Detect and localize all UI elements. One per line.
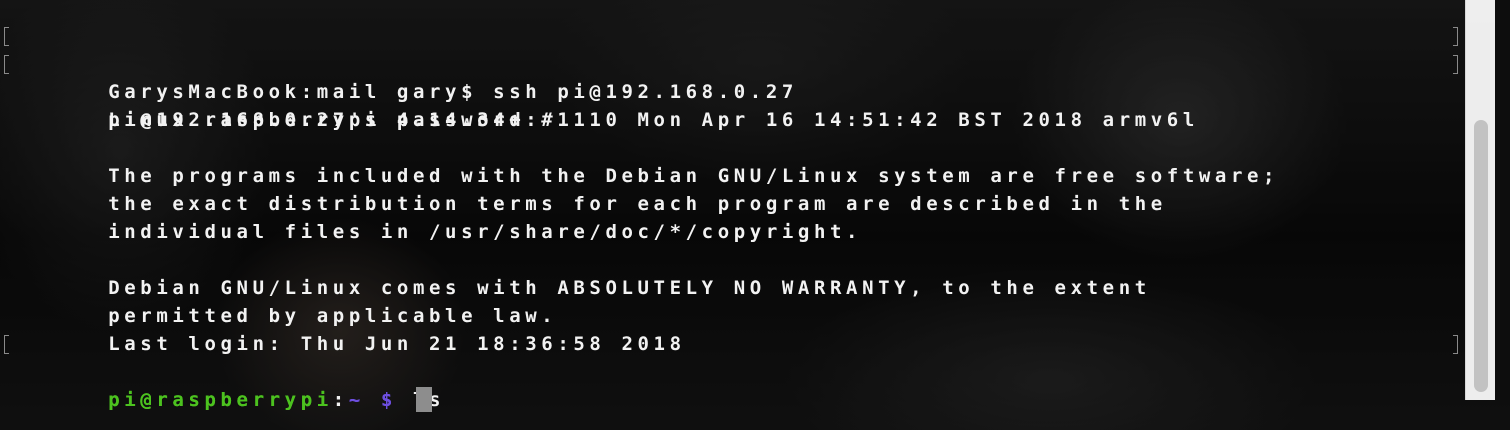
text-cursor: [416, 387, 433, 412]
vertical-scrollbar[interactable]: [1465, 0, 1496, 400]
line-mark-right: [1453, 335, 1458, 354]
prompt-line[interactable]: pi@raspberrypi:~ $: [12, 358, 1452, 412]
terminal-line: Debian GNU/Linux comes with ABSOLUTELY N…: [12, 246, 1452, 299]
prompt-user-host: pi@raspberrypi: [108, 389, 333, 411]
line-mark-left: [4, 335, 9, 354]
prompt-path: ~: [348, 389, 365, 411]
terminal-line: permitted by applicable law.: [12, 274, 1452, 327]
line-mark-left: [4, 55, 9, 74]
terminal-line: pi@192.168.0.27's password:: [4, 50, 1458, 131]
terminal-window[interactable]: GarysMacBook:mail gary$ ssh pi@192.168.0…: [0, 0, 1510, 430]
terminal-output[interactable]: GarysMacBook:mail gary$ ssh pi@192.168.0…: [4, 22, 1458, 412]
terminal-line: GarysMacBook:mail gary$ ssh pi@192.168.0…: [4, 22, 1458, 103]
terminal-line: the exact distribution terms for each pr…: [12, 162, 1452, 215]
terminal-line: The programs included with the Debian GN…: [12, 134, 1452, 187]
terminal-line: Last login: Thu Jun 21 18:36:58 2018: [12, 302, 1452, 355]
line-mark-left: [4, 27, 9, 46]
window-edge: [1495, 0, 1510, 400]
scrollbar-thumb[interactable]: [1474, 120, 1488, 392]
terminal-line: Linux raspberrypi 4.14.34+ #1110 Mon Apr…: [12, 78, 1452, 131]
prompt-line: pi@raspberrypi:~ $ ls: [4, 330, 1458, 411]
prompt-symbol: $: [380, 389, 397, 411]
terminal-line: individual files in /usr/share/doc/*/cop…: [12, 190, 1452, 243]
line-mark-right: [1453, 27, 1458, 46]
line-mark-right: [1453, 55, 1458, 74]
prompt-separator: :: [332, 389, 349, 411]
